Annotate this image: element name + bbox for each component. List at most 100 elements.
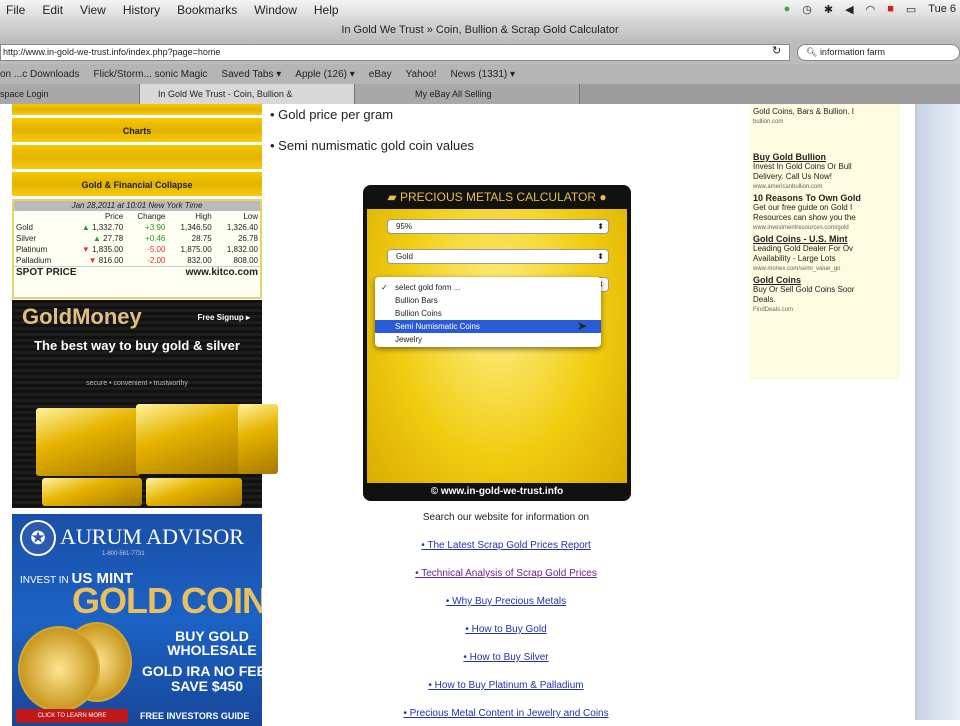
aurum-title: AURUM ADVISOR	[60, 524, 244, 549]
price-value: 816.00	[98, 256, 124, 265]
status-icons: ● ◷ ✱ ◀ ◠ ■ ▭ Tue 6	[784, 3, 956, 16]
menu-window[interactable]: Window	[254, 3, 297, 17]
table-row: Palladium ▼ 816.00 -2.00 832.00 808.00	[14, 255, 260, 266]
menu-edit[interactable]: Edit	[42, 3, 63, 17]
link-precious-metal-content[interactable]: • Precious Metal Content in Jewelry and …	[403, 708, 608, 719]
eagle-seal-icon: ✪	[20, 520, 56, 556]
right-text-ads: Gold Coins, Bars & Bullion. Ibullion.com…	[750, 104, 900, 380]
menu-help[interactable]: Help	[314, 3, 339, 17]
free-signup-link[interactable]: Free Signup ▸	[198, 313, 250, 322]
tab-in-gold-we-trust[interactable]: In Gold We Trust - Coin, Bullion &	[140, 84, 355, 104]
nav-blank[interactable]	[12, 145, 262, 172]
wifi-icon[interactable]: ◠	[866, 3, 876, 16]
link-how-to-buy-silver[interactable]: • How to Buy Silver	[463, 652, 548, 663]
ad-url[interactable]: www.investmentresources.com/gold	[753, 223, 897, 233]
kitco-spot-price-widget[interactable]: Jan 28,2011 at 10:01 New York Time Price…	[12, 199, 262, 299]
price: ▲ 1,332.70	[66, 222, 126, 233]
col-header: Change	[137, 212, 166, 221]
menu-view[interactable]: View	[80, 3, 106, 17]
kitco-link[interactable]: www.kitco.com	[186, 267, 258, 278]
tab-bar: space Login In Gold We Trust - Coin, Bul…	[0, 84, 960, 104]
link-why-buy-precious-metals[interactable]: • Why Buy Precious Metals	[446, 596, 566, 607]
menu-bar: File Edit View History Bookmarks Window …	[0, 0, 960, 20]
link-technical-analysis[interactable]: • Technical Analysis of Scrap Gold Price…	[415, 568, 597, 579]
address-bar[interactable]: http://www.in-gold-we-trust.info/index.p…	[0, 44, 790, 61]
goldmoney-ad[interactable]: GoldMoney Free Signup ▸ The best way to …	[12, 300, 278, 508]
option-label: select gold form ...	[395, 283, 461, 292]
main-content: • Gold price per gram • Semi numismatic …	[262, 104, 750, 720]
aurum-advisors-ad[interactable]: ✪ AURUM ADVISOR 1-800-561-7731 INVEST IN…	[12, 514, 262, 726]
ad-text: Delivery. Call Us Now!	[753, 172, 832, 181]
price-value: 27.78	[103, 234, 124, 243]
tab-space-login[interactable]: space Login	[0, 84, 140, 104]
flag-icon[interactable]: ■	[887, 3, 894, 16]
nav-gold-financial-collapse[interactable]: Gold & Financial Collapse	[12, 172, 262, 199]
ad-url[interactable]: www.americanbullion.com	[753, 182, 897, 192]
link-how-to-buy-platinum[interactable]: • How to Buy Platinum & Palladium	[428, 680, 583, 691]
link-how-to-buy-gold[interactable]: • How to Buy Gold	[465, 624, 546, 635]
metal: Gold	[16, 223, 33, 232]
left-sidebar: Charts Gold & Financial Collapse Jan 28,…	[12, 104, 278, 726]
change: -5.00	[147, 245, 166, 254]
ad-title[interactable]: Gold Coins	[753, 275, 897, 285]
search-input[interactable]: 🔍︎ information farm	[797, 44, 960, 61]
link-scrap-gold-prices-report[interactable]: • The Latest Scrap Gold Prices Report	[421, 540, 591, 551]
ad-title[interactable]: 10 Reasons To Own Gold	[753, 193, 897, 203]
col-header: High	[195, 212, 212, 221]
battery-icon[interactable]: ▭	[906, 3, 916, 16]
menu-bookmarks[interactable]: Bookmarks	[177, 3, 237, 17]
metal: Silver	[16, 234, 37, 243]
option-semi-numismatic-coins[interactable]: Semi Numismatic Coins	[375, 320, 601, 333]
change: +3.90	[145, 223, 166, 232]
precious-metals-calculator: ▰ PRECIOUS METALS CALCULATOR ● 95% Gold …	[363, 185, 631, 501]
url-row: http://www.in-gold-we-trust.info/index.p…	[0, 41, 960, 64]
ira-text: GOLD IRA NO FEES SAVE $450	[142, 664, 262, 694]
metal-select[interactable]: Gold	[387, 249, 609, 264]
link-item: • How to Buy Gold	[262, 624, 750, 635]
calculator-footer[interactable]: © www.in-gold-we-trust.info	[363, 483, 631, 501]
price-value: 1,835.00	[92, 245, 124, 254]
high: 1,875.00	[180, 245, 212, 254]
link-item: • How to Buy Platinum & Palladium	[262, 680, 750, 691]
coin-image	[18, 626, 100, 712]
nav-charts[interactable]: Charts	[12, 118, 262, 145]
learn-more-button[interactable]: CLICK TO LEARN MORE	[16, 709, 128, 723]
ad-title[interactable]: Gold Coins - U.S. Mint	[753, 234, 897, 244]
low: 1,832.00	[226, 245, 258, 254]
spot-price-label: SPOT PRICE	[16, 267, 77, 278]
menu-file[interactable]: File	[6, 3, 25, 17]
option-jewelry[interactable]: Jewelry	[375, 333, 601, 346]
low: 26.78	[237, 234, 258, 243]
table-row: Platinum ▼ 1,835.00 -5.00 1,875.00 1,832.00	[14, 244, 260, 255]
volume-icon[interactable]: ◀	[845, 3, 853, 16]
reload-icon[interactable]: ↻	[772, 44, 781, 57]
ad-url[interactable]: FindDeals.com	[753, 305, 897, 315]
ad-text: Get our free guide on Gold I	[753, 203, 853, 212]
bookmark[interactable]: Flick/Storm... sonic Magic	[94, 69, 208, 80]
clock[interactable]: Tue 6	[928, 3, 956, 16]
bookmark[interactable]: on ...c Downloads	[0, 69, 80, 80]
bookmark[interactable]: News (1331) ▾	[451, 69, 516, 80]
tab-my-ebay[interactable]: My eBay All Selling	[355, 84, 580, 104]
bookmark[interactable]: Saved Tabs ▾	[221, 69, 281, 80]
bluetooth-icon[interactable]: ✱	[824, 3, 833, 16]
metal: Palladium	[16, 256, 52, 265]
ad-url[interactable]: bullion.com	[753, 117, 897, 127]
gold-bar-image	[42, 478, 142, 506]
option-bullion-coins[interactable]: Bullion Coins	[375, 307, 601, 320]
status-dot-icon[interactable]: ●	[784, 3, 791, 16]
nav-button-top[interactable]	[12, 104, 262, 118]
bookmark[interactable]: Yahoo!	[406, 69, 437, 80]
price: ▲ 27.78	[66, 233, 126, 244]
option-bullion-bars[interactable]: Bullion Bars	[375, 294, 601, 307]
ad-url[interactable]: www.monex.com/semi_value_go	[753, 264, 897, 274]
option-select-gold-form[interactable]: ✓ select gold form ...	[375, 281, 601, 294]
ad-title[interactable]: Buy Gold Bullion	[753, 152, 897, 162]
price: ▼ 816.00	[66, 255, 126, 266]
change: -2.00	[147, 256, 166, 265]
bookmark[interactable]: eBay	[369, 69, 392, 80]
bookmark[interactable]: Apple (126) ▾	[295, 69, 355, 80]
purity-select[interactable]: 95%	[387, 219, 609, 234]
time-machine-icon[interactable]: ◷	[802, 3, 812, 16]
menu-history[interactable]: History	[123, 3, 160, 17]
